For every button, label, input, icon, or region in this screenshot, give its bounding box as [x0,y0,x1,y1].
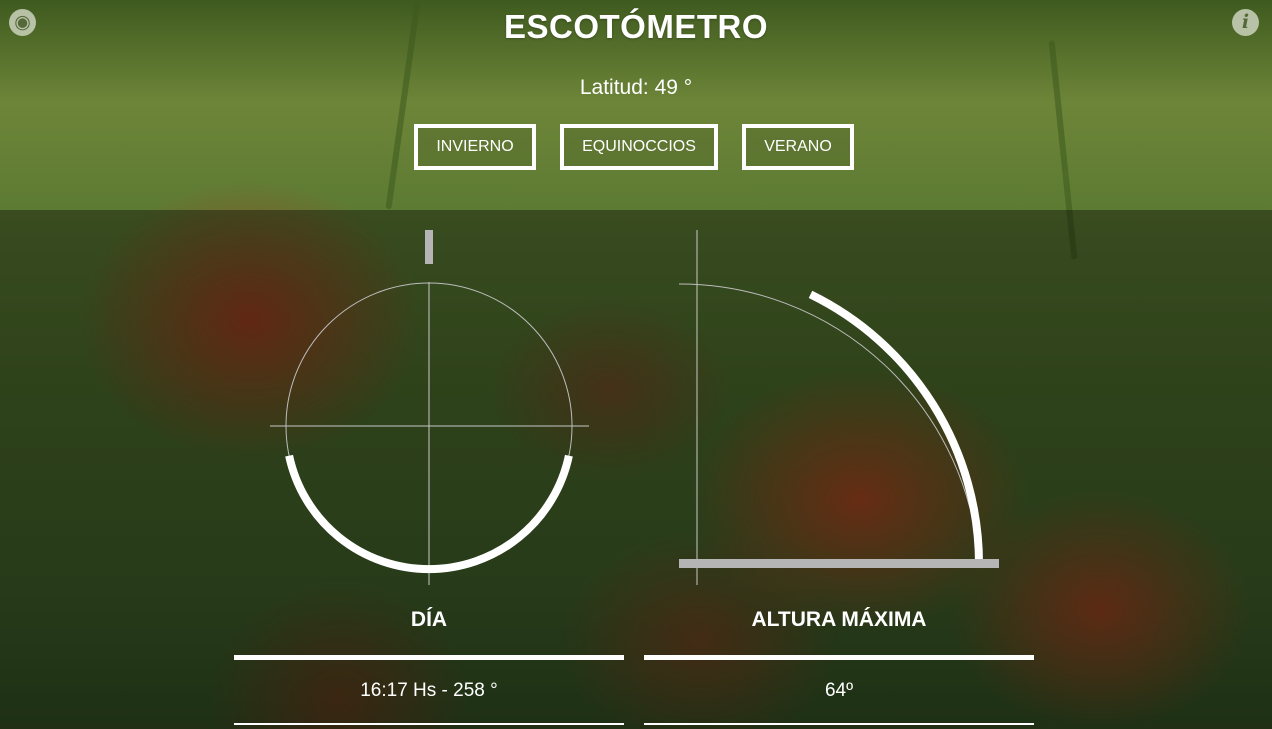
altitude-diagram [678,230,999,585]
altitude-title: ALTURA MÁXIMA [751,608,927,631]
app-page: ◉ i ESCOTÓMETRO Latitud: 49 ° INVIERNO E… [0,0,1272,729]
altitude-divider [644,655,1034,660]
sun-diagrams [270,230,999,585]
altitude-bottom-divider [644,723,1034,725]
altitude-guide-arc [678,283,980,565]
day-value: 16:17 Hs - 258 ° [360,680,498,701]
day-diagram [270,230,589,585]
day-divider [234,655,624,660]
day-title: DÍA [410,608,448,631]
altitude-value: 64º [824,680,854,701]
horizon-bar [679,559,999,568]
north-marker [425,230,433,264]
altitude-arc [808,290,983,565]
day-bottom-divider [234,723,624,725]
